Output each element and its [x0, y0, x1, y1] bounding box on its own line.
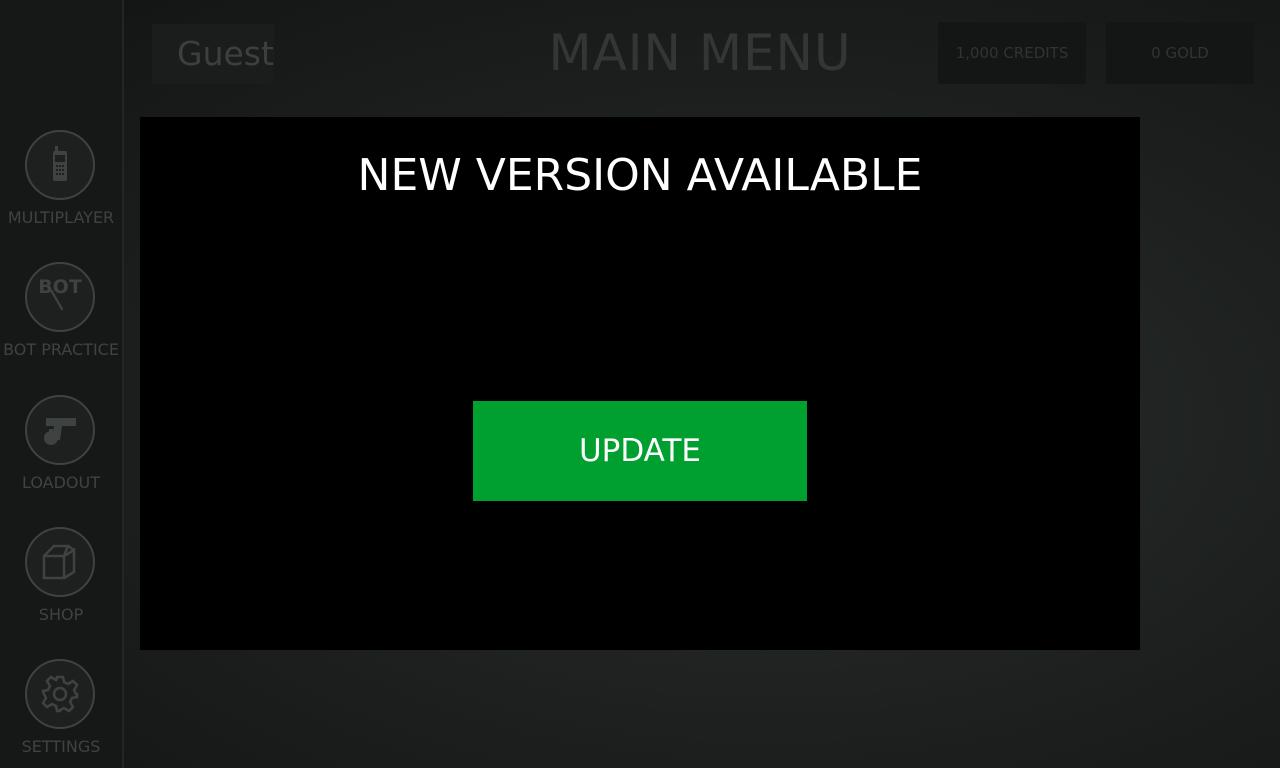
crate-icon: [25, 527, 95, 597]
bot-knife-icon: BOT: [25, 262, 95, 332]
sidebar-item-loadout[interactable]: LOADOUT: [0, 395, 122, 505]
sidebar-item-label: MULTIPLAYER: [7, 208, 115, 227]
update-button[interactable]: UPDATE: [473, 401, 807, 501]
sidebar-item-label: LOADOUT: [22, 473, 100, 492]
sidebar: MULTIPLAYER BOT BOT PRACTICE LOADOUT SHO…: [0, 0, 124, 768]
sidebar-item-settings[interactable]: SETTINGS: [0, 659, 122, 768]
sidebar-item-bot-practice[interactable]: BOT BOT PRACTICE: [0, 262, 122, 372]
page-title: MAIN MENU: [548, 24, 852, 82]
gear-icon: [25, 659, 95, 729]
sidebar-item-label: BOT PRACTICE: [3, 340, 119, 359]
game-screen: MULTIPLAYER BOT BOT PRACTICE LOADOUT SHO…: [0, 0, 1280, 768]
sidebar-item-label: SETTINGS: [21, 737, 101, 756]
sidebar-item-label: SHOP: [38, 605, 84, 624]
credits-balance[interactable]: 1,000 CREDITS: [938, 22, 1086, 84]
dialog-title: NEW VERSION AVAILABLE: [357, 150, 923, 201]
sidebar-item-shop[interactable]: SHOP: [0, 527, 122, 637]
pistol-grenade-icon: [25, 395, 95, 465]
gold-balance[interactable]: 0 GOLD: [1106, 22, 1254, 84]
player-name: Guest: [177, 34, 274, 73]
